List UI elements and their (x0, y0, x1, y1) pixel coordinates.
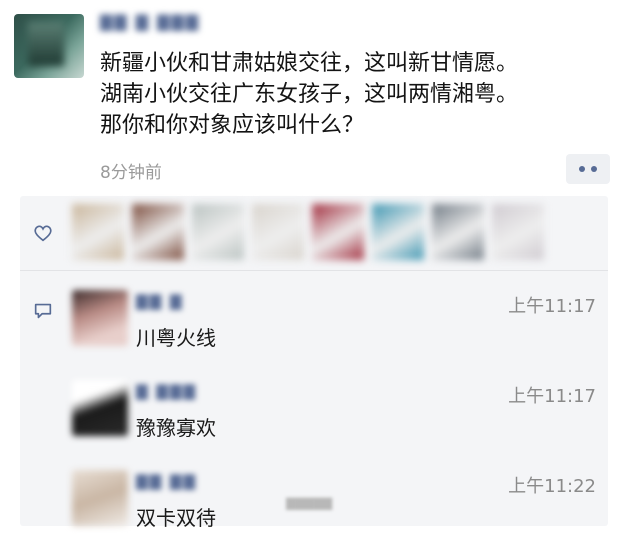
post-line-3: 那你和你对象应该叫什么？ (100, 113, 365, 138)
heart-icon (34, 225, 52, 242)
comment-item[interactable]: ▇▇ ▇▇ 上午11:22 双卡双待 (72, 470, 602, 550)
watermark: ▇▇▇▇▇ (286, 496, 333, 510)
comment-text: 川粤火线 (136, 326, 216, 350)
commenter-name[interactable]: ▇▇ ▇▇ (136, 472, 197, 492)
like-avatar[interactable] (312, 204, 364, 260)
comment-time: 上午11:17 (508, 386, 596, 407)
comment-time: 上午11:17 (508, 296, 596, 317)
panel-divider (20, 270, 608, 271)
post-line-1: 新疆小伙和甘肃姑娘交往，这叫新甘情愿。 (100, 51, 519, 76)
likes-row (20, 196, 608, 266)
post-time: 8分钟前 (100, 163, 162, 183)
like-avatar[interactable] (72, 204, 124, 260)
interaction-panel: ▇▇ ▇ 上午11:17 川粤火线 ▇ ▇▇▇ 上午11:17 豫豫寡欢 ▇▇ … (20, 196, 608, 530)
comment-item[interactable]: ▇ ▇▇▇ 上午11:17 豫豫寡欢 (72, 380, 602, 460)
more-actions-button[interactable] (566, 154, 610, 184)
author-name[interactable]: ▇▇ ▇ ▇▇▇ (100, 12, 200, 32)
more-dot-icon (591, 166, 597, 172)
commenter-avatar[interactable] (72, 380, 128, 436)
like-avatar[interactable] (132, 204, 184, 260)
post-body: 新疆小伙和甘肃姑娘交往，这叫新甘情愿。 湖南小伙交往广东女孩子，这叫两情湘粤。 … (100, 48, 610, 141)
comment-text: 双卡双待 (136, 506, 216, 530)
like-avatar[interactable] (492, 204, 544, 260)
commenter-name[interactable]: ▇▇ ▇ (136, 292, 183, 312)
avatar-figure (28, 22, 64, 66)
more-dot-icon (579, 166, 585, 172)
like-avatar[interactable] (252, 204, 304, 260)
commenter-avatar[interactable] (72, 470, 128, 526)
comment-icon (34, 303, 52, 319)
comment-item[interactable]: ▇▇ ▇ 上午11:17 川粤火线 (72, 290, 602, 370)
comment-time: 上午11:22 (508, 476, 596, 497)
like-avatar[interactable] (192, 204, 244, 260)
author-avatar[interactable] (14, 14, 84, 78)
comment-text: 豫豫寡欢 (136, 416, 216, 440)
like-avatar[interactable] (432, 204, 484, 260)
post-line-2: 湖南小伙交往广东女孩子，这叫两情湘粤。 (100, 82, 519, 107)
commenter-avatar[interactable] (72, 290, 128, 346)
commenter-name[interactable]: ▇ ▇▇▇ (136, 382, 197, 402)
like-avatar[interactable] (372, 204, 424, 260)
